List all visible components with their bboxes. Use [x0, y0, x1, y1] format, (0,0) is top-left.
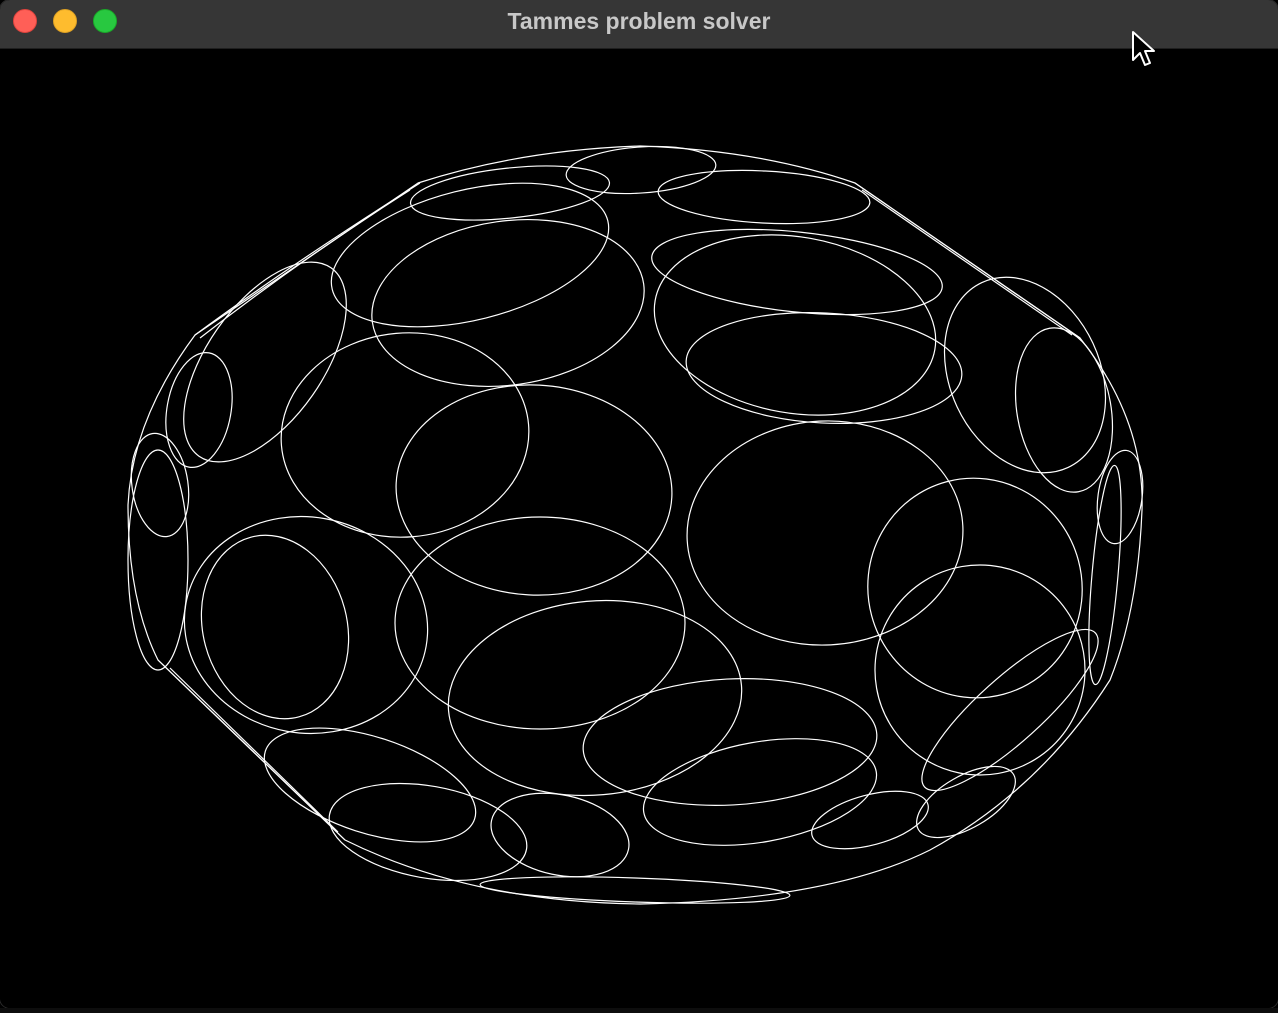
circle-bottom-left-2 — [328, 782, 528, 882]
sphere-wireframe — [127, 145, 1144, 905]
cap-upper-right-inner — [861, 189, 1073, 336]
circle-bottom-right-3 — [921, 628, 1099, 792]
circle-upper-right — [651, 228, 943, 316]
circle-bottom-center-left — [490, 792, 630, 878]
circle-bottom-left — [263, 727, 477, 843]
cap-upper-left-inner — [199, 189, 411, 339]
circle-top-left — [409, 165, 611, 221]
circle-upper-right-2 — [653, 234, 937, 416]
circle-bottom-center-3 — [479, 876, 791, 904]
window-bottom-edge — [0, 1008, 1278, 1013]
circle-low-right — [874, 564, 1086, 776]
title-bar[interactable]: Tammes problem solver — [0, 0, 1278, 49]
circle-bottom-center-2 — [642, 738, 878, 846]
circle-low-center — [394, 516, 686, 730]
circle-right-edge — [1096, 449, 1144, 545]
circle-left-low — [127, 449, 189, 671]
circle-low-left-inner — [200, 534, 350, 720]
sphere-canvas[interactable] — [0, 49, 1278, 1008]
circle-mid-right — [685, 312, 963, 424]
circle-top-right — [657, 169, 871, 225]
mouse-pointer-icon — [1132, 31, 1155, 66]
cap-lower-left-inner — [169, 667, 339, 833]
circle-bottom-right-2 — [916, 765, 1016, 839]
cap-upper-right — [854, 182, 1081, 339]
sphere-outline — [127, 145, 1143, 905]
circle-low-right-2 — [1088, 464, 1122, 686]
app-window: Tammes problem solver — [0, 0, 1278, 1008]
cap-lower-left — [157, 659, 346, 841]
window-title: Tammes problem solver — [507, 8, 771, 34]
circle-mid-right-2 — [686, 420, 964, 646]
circle-mid-left — [280, 332, 530, 538]
circle-mid-far-right — [867, 477, 1083, 699]
circle-upper-center-left — [371, 218, 645, 388]
circle-left-upper — [183, 261, 347, 463]
circle-low-center-2 — [447, 599, 743, 797]
circle-mid-center — [395, 384, 673, 596]
circle-right-mid — [1014, 327, 1114, 493]
circle-left-mid — [165, 352, 233, 468]
